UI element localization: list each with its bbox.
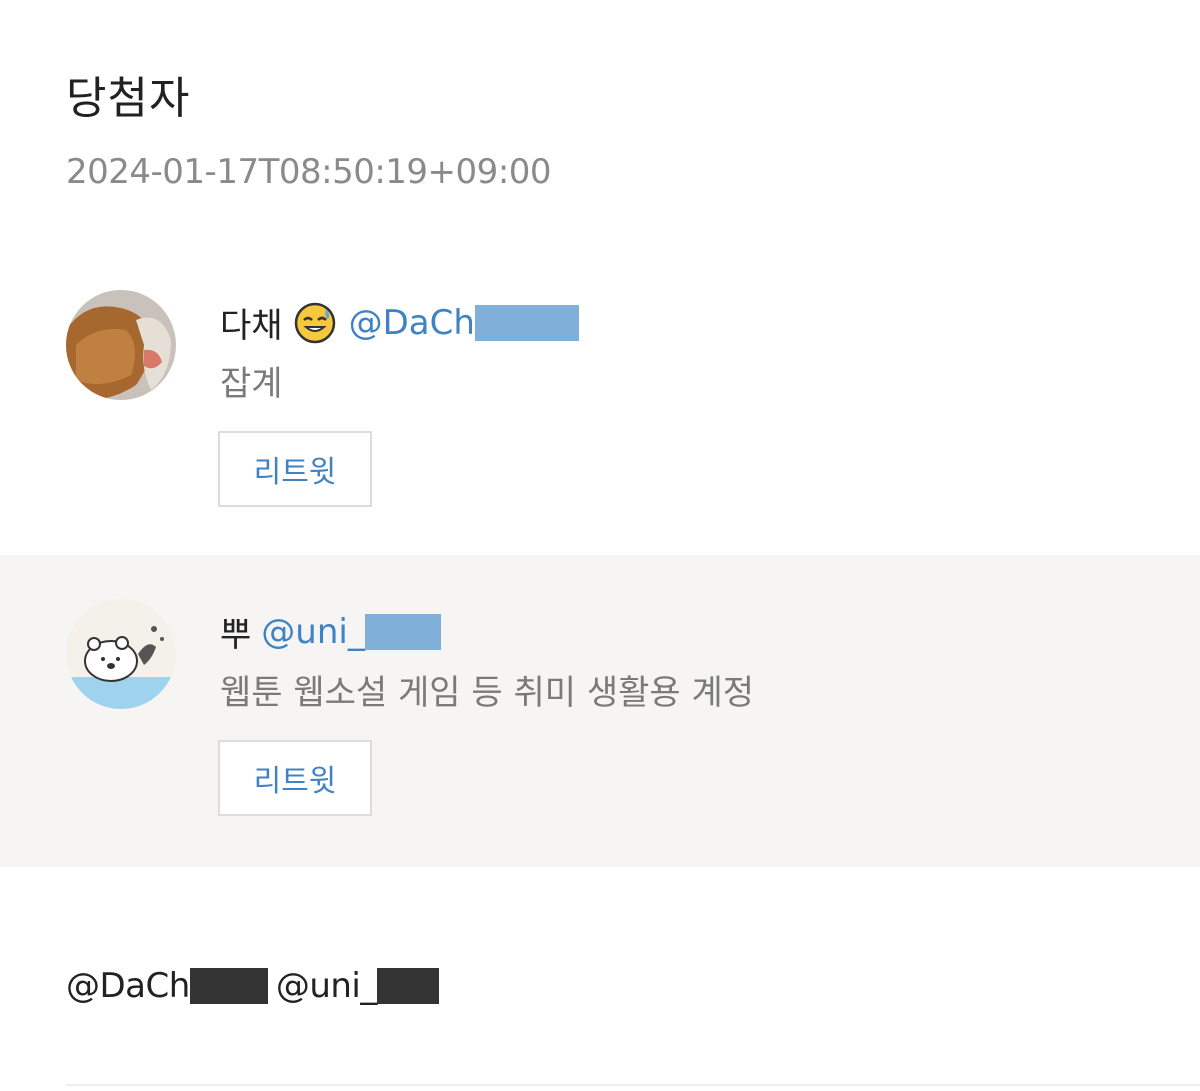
divider (66, 1084, 1200, 1086)
retweet-button[interactable]: 리트윗 (218, 431, 372, 507)
avatar[interactable] (66, 290, 176, 400)
bear-plush-photo-icon (66, 290, 176, 400)
user-handle[interactable]: @DaCh (349, 303, 475, 343)
winner-card: 뿌 @uni_ 웹툰 웹소설 게임 등 취미 생활용 계정 리트윗 (0, 555, 1200, 867)
mentions-line: @DaCh @uni_ (66, 966, 439, 1006)
redaction-bar (376, 968, 439, 1004)
retweet-button[interactable]: 리트윗 (218, 740, 372, 816)
winner-card: 다채 @DaCh 잡계 리트윗 (0, 246, 1200, 558)
mention-handle[interactable]: @DaCh (66, 966, 190, 1006)
page-title: 당첨자 (66, 73, 191, 124)
redaction-bar (364, 613, 441, 650)
user-bio: 웹툰 웹소설 게임 등 취미 생활용 계정 (220, 673, 755, 713)
cartoon-bear-illustration-icon (66, 599, 176, 709)
timestamp: 2024-01-17T08:50:19+09:00 (66, 152, 552, 192)
user-bio: 잡계 (220, 364, 283, 404)
user-name-line: 다채 @DaCh (220, 298, 579, 347)
avatar[interactable] (66, 599, 176, 709)
display-name: 다채 (220, 306, 283, 346)
mention-handle[interactable]: @uni_ (276, 966, 378, 1006)
redaction-bar (474, 304, 579, 341)
user-name-line: 뿌 @uni_ (220, 607, 441, 656)
user-handle[interactable]: @uni_ (261, 612, 365, 652)
redaction-bar (189, 968, 268, 1004)
display-name: 뿌 (220, 615, 252, 655)
sweat-smile-emoji-icon (294, 302, 335, 343)
